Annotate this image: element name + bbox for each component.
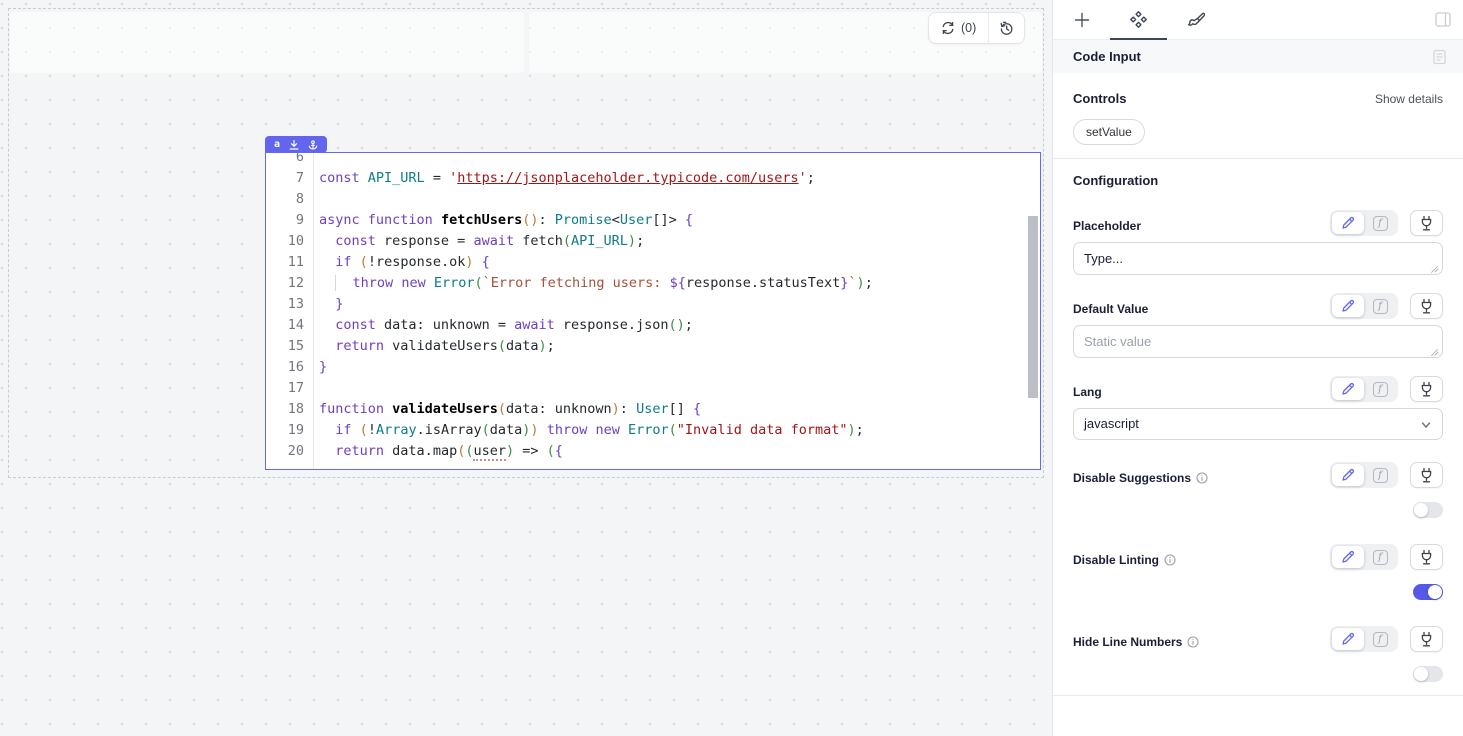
disable-suggestions-label: Disable Suggestions bbox=[1073, 471, 1191, 485]
component-header: Code Input bbox=[1053, 40, 1463, 73]
lang-label: Lang bbox=[1073, 385, 1102, 402]
function-icon: f bbox=[1373, 299, 1388, 314]
field-disable-suggestions: Disable Suggestions f bbox=[1073, 460, 1443, 518]
resize-grip[interactable] bbox=[1431, 346, 1439, 354]
bind-data-button[interactable] bbox=[1410, 626, 1443, 652]
pencil-icon bbox=[1341, 216, 1355, 230]
placeholder-label: Placeholder bbox=[1073, 219, 1141, 236]
function-icon: f bbox=[1373, 632, 1388, 647]
editor-canvas[interactable]: (0) a 678910111213 bbox=[0, 0, 1052, 736]
refresh-button[interactable]: (0) bbox=[929, 13, 988, 43]
code-input-component[interactable]: 67891011121314151617181920 const API_URL… bbox=[265, 152, 1041, 470]
fx-mode-button[interactable]: f bbox=[1364, 464, 1396, 486]
component-type-letter: a bbox=[274, 139, 280, 150]
info-icon[interactable] bbox=[1164, 554, 1176, 566]
field-lang: Lang f javascript bbox=[1073, 374, 1443, 440]
plug-icon bbox=[1419, 549, 1434, 565]
header-frame-left[interactable] bbox=[10, 12, 524, 73]
static-mode-button[interactable] bbox=[1332, 546, 1364, 568]
field-default-value: Default Value f Static bbox=[1073, 291, 1443, 358]
field-disable-linting: Disable Linting f bbox=[1073, 542, 1443, 600]
placeholder-input[interactable]: Type... bbox=[1073, 242, 1443, 275]
plus-icon bbox=[1074, 12, 1090, 28]
brush-icon bbox=[1187, 11, 1205, 29]
chevron-down-icon bbox=[1420, 419, 1432, 431]
component-selection-badge[interactable]: a bbox=[265, 136, 327, 153]
static-mode-button[interactable] bbox=[1332, 628, 1364, 650]
tab-appearance[interactable] bbox=[1167, 0, 1224, 40]
show-details-link[interactable]: Show details bbox=[1375, 92, 1443, 106]
fx-mode-button[interactable]: f bbox=[1364, 212, 1396, 234]
tab-add-component[interactable] bbox=[1053, 0, 1110, 40]
inspector-panel: Code Input Controls Show details setValu… bbox=[1052, 0, 1463, 736]
editor-scrollbar-thumb[interactable] bbox=[1028, 216, 1038, 398]
bind-data-button[interactable] bbox=[1410, 210, 1443, 236]
components-icon bbox=[1129, 10, 1148, 29]
plug-icon bbox=[1419, 631, 1434, 647]
pencil-icon bbox=[1341, 299, 1355, 313]
plug-icon bbox=[1419, 467, 1434, 483]
app-root: (0) a 678910111213 bbox=[0, 0, 1463, 736]
lang-select[interactable]: javascript bbox=[1073, 408, 1443, 440]
configuration-section-title: Configuration bbox=[1073, 173, 1158, 188]
component-doc-icon[interactable] bbox=[1432, 49, 1447, 65]
controls-section-title: Controls bbox=[1073, 91, 1126, 106]
pencil-icon bbox=[1341, 632, 1355, 646]
default-value-label: Default Value bbox=[1073, 302, 1148, 319]
pencil-icon bbox=[1341, 468, 1355, 482]
field-placeholder: Placeholder f Type... bbox=[1073, 208, 1443, 275]
canvas-run-controls: (0) bbox=[928, 12, 1025, 44]
history-icon bbox=[999, 21, 1014, 36]
pencil-icon bbox=[1341, 550, 1355, 564]
bind-data-button[interactable] bbox=[1410, 544, 1443, 570]
collapse-panel-icon[interactable] bbox=[1435, 12, 1451, 32]
hide-line-numbers-toggle[interactable] bbox=[1413, 666, 1443, 682]
function-icon: f bbox=[1373, 550, 1388, 565]
hide-line-numbers-label: Hide Line Numbers bbox=[1073, 635, 1182, 649]
section-divider bbox=[1053, 158, 1463, 159]
disable-linting-toggle[interactable] bbox=[1413, 584, 1443, 600]
fx-mode-button[interactable]: f bbox=[1364, 378, 1396, 400]
pencil-icon bbox=[1341, 382, 1355, 396]
history-button[interactable] bbox=[988, 13, 1024, 43]
disable-suggestions-toggle[interactable] bbox=[1413, 502, 1443, 518]
fx-mode-button[interactable]: f bbox=[1364, 628, 1396, 650]
static-mode-button[interactable] bbox=[1332, 212, 1364, 234]
editor-code[interactable]: const API_URL = 'https://jsonplaceholder… bbox=[314, 152, 1040, 469]
bind-data-button[interactable] bbox=[1410, 462, 1443, 488]
function-icon: f bbox=[1373, 382, 1388, 397]
component-title: Code Input bbox=[1073, 49, 1141, 64]
static-mode-button[interactable] bbox=[1332, 378, 1364, 400]
info-icon[interactable] bbox=[1187, 636, 1199, 648]
fx-mode-button[interactable]: f bbox=[1364, 546, 1396, 568]
insert-below-icon[interactable] bbox=[289, 140, 299, 150]
tab-component-inspector[interactable] bbox=[1110, 0, 1167, 40]
inspector-tabs bbox=[1053, 0, 1463, 40]
plug-icon bbox=[1419, 215, 1434, 231]
section-divider bbox=[1053, 695, 1463, 696]
plug-icon bbox=[1419, 298, 1434, 314]
refresh-count: (0) bbox=[961, 21, 976, 35]
function-icon: f bbox=[1373, 216, 1388, 231]
static-mode-button[interactable] bbox=[1332, 464, 1364, 486]
refresh-icon bbox=[941, 21, 955, 35]
anchor-icon[interactable] bbox=[308, 140, 318, 150]
resize-grip[interactable] bbox=[1431, 263, 1439, 271]
fx-mode-button[interactable]: f bbox=[1364, 295, 1396, 317]
editor-gutter: 67891011121314151617181920 bbox=[266, 152, 314, 469]
static-mode-button[interactable] bbox=[1332, 295, 1364, 317]
default-value-input[interactable]: Static value bbox=[1073, 325, 1443, 358]
bind-data-button[interactable] bbox=[1410, 376, 1443, 402]
field-hide-line-numbers: Hide Line Numbers f bbox=[1073, 624, 1443, 682]
plug-icon bbox=[1419, 381, 1434, 397]
bind-data-button[interactable] bbox=[1410, 293, 1443, 319]
disable-linting-label: Disable Linting bbox=[1073, 553, 1159, 567]
setvalue-method-chip[interactable]: setValue bbox=[1073, 119, 1145, 145]
function-icon: f bbox=[1373, 468, 1388, 483]
info-icon[interactable] bbox=[1196, 472, 1208, 484]
